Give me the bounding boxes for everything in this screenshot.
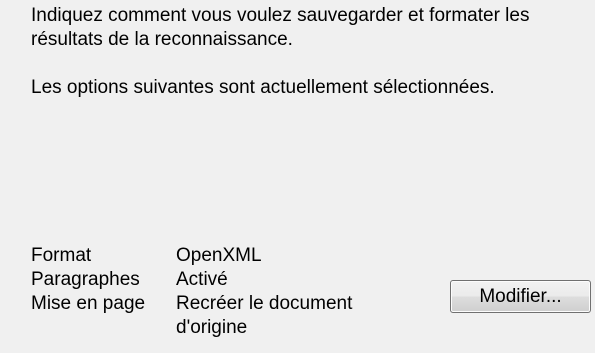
setting-label: Mise en page <box>31 293 146 314</box>
setting-value: OpenXML <box>176 245 262 266</box>
setting-row-format: Format OpenXML <box>31 244 376 268</box>
setting-row-layout: Mise en page Recréer le document d'origi… <box>31 292 376 340</box>
setting-value: Activé <box>176 269 228 290</box>
setting-value-line-2: d'origine <box>176 317 248 338</box>
instructions-text: Indiquez comment vous voulez sauvegarder… <box>31 4 591 100</box>
setting-label: Paragraphes <box>31 269 140 290</box>
setting-label: Format <box>31 245 92 266</box>
settings-summary: Format OpenXML Paragraphes Activé Mise e… <box>31 244 376 340</box>
modify-button[interactable]: Modifier... <box>450 280 591 313</box>
current-options-note: Les options suivantes sont actuellement … <box>31 77 495 98</box>
setting-value: Recréer le document d'origine <box>176 292 376 340</box>
instructions-line-2: résultats de la reconnaissance. <box>31 29 293 50</box>
setting-row-paragraphs: Paragraphes Activé <box>31 268 376 292</box>
instructions-line-1: Indiquez comment vous voulez sauvegarder… <box>31 5 530 26</box>
setting-value-line-1: Recréer le document <box>176 293 353 314</box>
